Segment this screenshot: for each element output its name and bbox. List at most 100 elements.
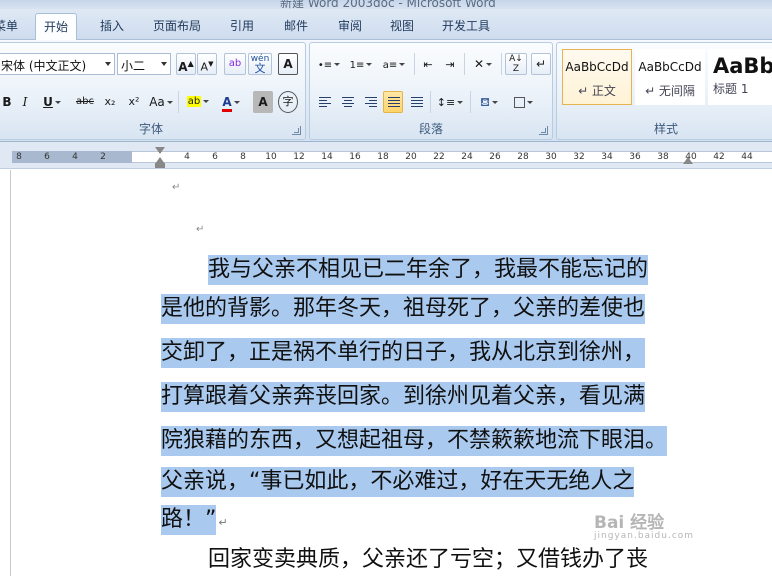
chevron-down-icon <box>203 99 210 103</box>
text-highlight-button[interactable]: ab <box>183 91 213 113</box>
strikethrough-button[interactable]: abc <box>72 91 98 113</box>
tab-insert[interactable]: 插入 <box>100 17 124 34</box>
sort-button[interactable]: A↓ Z <box>505 53 527 75</box>
ruler-number: 8 <box>240 152 246 162</box>
paragraph-mark-icon: ↵ <box>535 57 547 71</box>
left-indent-marker[interactable] <box>155 163 165 168</box>
paragraph-dialog-launcher-icon[interactable] <box>539 126 548 135</box>
ruler-number: 2 <box>100 152 106 162</box>
tab-review[interactable]: 审阅 <box>338 17 362 34</box>
ruler-number: 22 <box>433 152 445 162</box>
first-line-indent-marker[interactable] <box>155 147 165 154</box>
show-marks-button[interactable]: ↵ <box>531 53 551 75</box>
shrink-font-icon: A <box>200 60 209 74</box>
grow-font-icon: A <box>178 60 188 74</box>
text-line[interactable]: 父亲说，“事已如此，不必难过，好在天无绝人之 <box>161 467 635 497</box>
style-name: ↵ 正文 <box>578 84 616 98</box>
character-border-button[interactable]: A <box>278 53 298 75</box>
selected-text: 交卸了，正是祸不单行的日子，我从北京到徐州， <box>161 338 646 368</box>
ruler-number: 10 <box>265 152 277 162</box>
superscript-button[interactable]: x² <box>123 91 145 113</box>
underline-button[interactable]: U <box>37 91 67 113</box>
text-line[interactable]: 院狼藉的东西，又想起祖母，不禁簌簌地流下眼泪。 <box>161 426 668 456</box>
selected-text: 我与父亲不相见已二年余了，我最不能忘记的 <box>208 255 649 285</box>
styles-group-label: 样式 <box>653 122 678 136</box>
tab-home[interactable]: 开始 <box>35 13 78 41</box>
page-left-edge <box>10 170 11 576</box>
decrease-indent-button[interactable]: ⇤ <box>418 53 438 75</box>
enclose-characters-button[interactable]: 字 <box>278 91 298 113</box>
numbering-button[interactable]: 1≡ <box>346 53 376 75</box>
bullet-list-icon: •≡ <box>317 60 333 71</box>
font-size-combo[interactable]: 小二 <box>117 53 171 75</box>
font-dialog-launcher-icon[interactable] <box>292 126 301 135</box>
text-direction-button[interactable]: ✕ <box>468 53 498 75</box>
subscript-icon: x₂ <box>104 95 116 108</box>
text-line[interactable]: 打算跟着父亲奔丧回家。到徐州见着父亲，看见满 <box>161 382 646 412</box>
separator <box>501 53 502 75</box>
shading-button[interactable]: ⛾ <box>474 91 504 113</box>
tab-references[interactable]: 引用 <box>230 17 254 34</box>
style-heading-1[interactable]: AaBb 标题 1 <box>708 49 772 105</box>
ruler-number: 6 <box>212 152 218 162</box>
ruler-number: 12 <box>293 152 305 162</box>
change-case-button[interactable]: Aa <box>147 91 175 113</box>
text-line[interactable]: 我与父亲不相见已二年余了，我最不能忘记的 <box>208 255 649 285</box>
distributed-button[interactable] <box>406 91 426 113</box>
paragraph-mark: ↵ <box>218 516 228 529</box>
decrease-indent-icon: ⇤ <box>423 58 433 71</box>
clear-format-button[interactable]: ab <box>224 53 246 75</box>
styles-group: AaBbCcDd ↵ 正文 AaBbCcDd ↵ 无间隔 AaBb 标题 1 样… <box>556 42 772 140</box>
selected-text: 打算跟着父亲奔丧回家。到徐州见着父亲，看见满 <box>161 382 646 412</box>
ruler-number: 4 <box>184 152 190 162</box>
right-indent-marker[interactable] <box>683 157 693 164</box>
align-right-button[interactable] <box>360 91 380 113</box>
tab-developer[interactable]: 开发工具 <box>442 17 490 34</box>
ruler-number: 14 <box>321 152 333 162</box>
border-icon <box>513 97 525 108</box>
align-left-button[interactable] <box>314 91 334 113</box>
chevron-down-icon <box>54 101 61 104</box>
font-color-button[interactable]: A <box>215 91 247 113</box>
bullets-button[interactable]: •≡ <box>314 53 344 75</box>
multilevel-list-icon: a≡ <box>382 60 398 71</box>
ruler-number: 24 <box>461 152 473 162</box>
phonetic-guide-button[interactable]: wén 文 <box>248 53 272 75</box>
font-size-value: 小二 <box>121 59 146 73</box>
horizontal-ruler[interactable]: 8 6 4 2 4 6 8 10 12 14 16 18 20 22 24 26… <box>0 142 772 169</box>
shrink-font-button[interactable]: A▼ <box>197 53 217 75</box>
chevron-down-icon <box>486 63 493 66</box>
font-name-combo[interactable]: 宋体 (中文正文) <box>0 53 115 75</box>
multilevel-list-button[interactable]: a≡ <box>378 53 410 75</box>
window-title: 新建 Word 2003doc - Microsoft Word <box>280 0 496 9</box>
tab-menu[interactable]: 菜单 <box>0 17 18 34</box>
grow-font-button[interactable]: A▲ <box>176 53 196 75</box>
ruler-number: 32 <box>573 152 585 162</box>
tab-page-layout[interactable]: 页面布局 <box>153 17 201 34</box>
style-normal[interactable]: AaBbCcDd ↵ 正文 <box>562 49 632 105</box>
subscript-button[interactable]: x₂ <box>99 91 121 113</box>
character-shading-button[interactable]: A <box>253 91 273 113</box>
bold-icon: B <box>2 95 12 109</box>
italic-button[interactable]: I <box>15 91 35 113</box>
borders-button[interactable] <box>507 91 539 113</box>
ruler-number: 36 <box>629 152 641 162</box>
chevron-down-icon <box>526 101 533 104</box>
tab-view[interactable]: 视图 <box>390 17 414 34</box>
align-center-button[interactable] <box>337 91 357 113</box>
line-spacing-button[interactable]: ↕≡ <box>434 91 466 113</box>
text-line[interactable]: 回家变卖典质，父亲还了亏空；又借钱办了丧 <box>208 545 648 575</box>
text-line[interactable]: 路！” ↵ <box>161 505 228 538</box>
tab-mailings[interactable]: 邮件 <box>284 17 308 34</box>
style-sample: AaBbCcDd <box>565 60 629 74</box>
separator <box>430 91 431 113</box>
justify-button[interactable] <box>383 91 403 113</box>
text-line[interactable]: 交卸了，正是祸不单行的日子，我从北京到徐州， <box>161 338 646 368</box>
increase-indent-button[interactable]: ⇥ <box>440 53 460 75</box>
ruler-number: 8 <box>16 152 22 162</box>
font-name-value: 宋体 (中文正文) <box>1 59 87 73</box>
style-sample: AaBb <box>713 54 772 78</box>
style-no-spacing[interactable]: AaBbCcDd ↵ 无间隔 <box>635 49 705 105</box>
ruler-number: 42 <box>713 152 725 162</box>
text-line[interactable]: 是他的背影。那年冬天，祖母死了，父亲的差使也 <box>161 294 646 324</box>
